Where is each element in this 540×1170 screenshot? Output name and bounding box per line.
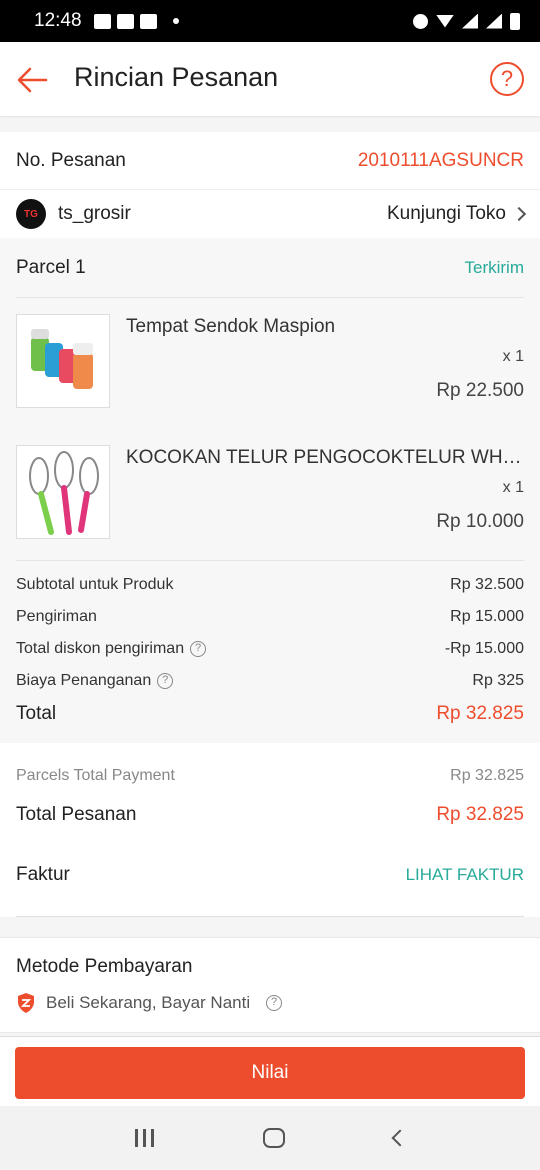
help-icon[interactable]: ? bbox=[266, 995, 283, 1011]
system-navigation-bar bbox=[0, 1106, 540, 1170]
list-item[interactable]: KOCOKAN TELUR PENGOCOKTELUR WHISK x 1 Rp… bbox=[16, 429, 524, 560]
rate-button[interactable]: Nilai bbox=[15, 1047, 525, 1099]
battery-icon bbox=[510, 12, 520, 30]
handling-fee-value: Rp 325 bbox=[472, 672, 524, 689]
status-time: 12:48 bbox=[34, 10, 82, 31]
parcel-total-label: Total bbox=[16, 703, 57, 724]
signal-icon bbox=[462, 13, 478, 29]
order-total-row: Total Pesanan Rp 32.825 bbox=[16, 797, 524, 833]
payment-method-value-row: Beli Sekarang, Bayar Nanti ? bbox=[16, 992, 524, 1014]
shield-icon bbox=[18, 993, 34, 1013]
subtotal-label: Subtotal untuk Produk bbox=[16, 576, 174, 593]
shipping-discount-row: Total diskon pengiriman? -Rp 15.000 bbox=[16, 633, 524, 665]
view-invoice-link[interactable]: LIHAT FAKTUR bbox=[406, 865, 524, 885]
visit-shop-button[interactable]: Kunjungi Toko bbox=[386, 203, 527, 225]
product-name: KOCOKAN TELUR PENGOCOKTELUR WHISK bbox=[126, 447, 524, 468]
bottom-action-bar: Nilai bbox=[0, 1036, 540, 1106]
parcels-total-value: Rp 32.825 bbox=[450, 767, 524, 784]
visit-shop-label: Kunjungi Toko bbox=[386, 203, 506, 224]
parcels-total-row: Parcels Total Payment Rp 32.825 bbox=[16, 743, 524, 797]
order-number-label: No. Pesanan bbox=[16, 149, 126, 171]
help-icon[interactable]: ? bbox=[190, 640, 207, 657]
subtotal-value: Rp 32.500 bbox=[450, 576, 524, 593]
payment-method-value: Beli Sekarang, Bayar Nanti bbox=[46, 993, 251, 1012]
recent-apps-icon[interactable] bbox=[134, 1129, 154, 1147]
alarm-icon bbox=[413, 13, 428, 29]
subtotal-row: Subtotal untuk Produk Rp 32.500 bbox=[16, 569, 524, 601]
product-price: Rp 22.500 bbox=[436, 380, 524, 401]
help-icon[interactable]: ? bbox=[157, 672, 174, 689]
order-number-value: 2010111AGSUNCR bbox=[357, 149, 524, 171]
parcel-status: Terkirim bbox=[464, 257, 525, 277]
gallery-icon bbox=[93, 13, 111, 29]
order-total-value: Rp 32.825 bbox=[436, 804, 524, 825]
product-quantity: x 1 bbox=[502, 479, 524, 496]
shipping-row: Pengiriman Rp 15.000 bbox=[16, 601, 524, 633]
parcel-title: Parcel 1 bbox=[16, 256, 86, 278]
system-icons bbox=[413, 12, 520, 30]
product-price: Rp 10.000 bbox=[436, 511, 524, 532]
product-image bbox=[16, 314, 110, 408]
invoice-row: Faktur LIHAT FAKTUR bbox=[16, 833, 524, 917]
payment-totals: Parcels Total Payment Rp 32.825 Total Pe… bbox=[0, 743, 540, 917]
price-summary: Subtotal untuk Produk Rp 32.500 Pengirim… bbox=[16, 560, 524, 743]
notification-icons bbox=[93, 13, 179, 29]
product-quantity: x 1 bbox=[502, 348, 524, 365]
order-number-row[interactable]: No. Pesanan 2010111AGSUNCR bbox=[0, 132, 540, 190]
invoice-label: Faktur bbox=[16, 863, 70, 885]
chevron-right-icon bbox=[511, 206, 527, 222]
signal-icon bbox=[486, 13, 502, 29]
product-image bbox=[16, 445, 110, 539]
wifi-icon bbox=[436, 14, 454, 28]
shipping-discount-label: Total diskon pengiriman bbox=[16, 640, 185, 657]
back-arrow-icon[interactable] bbox=[16, 64, 48, 96]
list-item[interactable]: Tempat Sendok Maspion x 1 Rp 22.500 bbox=[16, 298, 524, 429]
parcels-total-label: Parcels Total Payment bbox=[16, 767, 175, 784]
product-name: Tempat Sendok Maspion bbox=[126, 316, 336, 337]
help-icon[interactable]: ? bbox=[490, 62, 524, 96]
parcel-total-value: Rp 32.825 bbox=[436, 703, 524, 724]
status-bar: 12:48 bbox=[0, 0, 540, 42]
payment-method-section: Metode Pembayaran Beli Sekarang, Bayar N… bbox=[0, 937, 540, 1033]
shop-row[interactable]: TG ts_grosir Kunjungi Toko bbox=[0, 190, 540, 238]
handling-fee-label: Biaya Penanganan bbox=[16, 672, 152, 689]
home-icon[interactable] bbox=[262, 1128, 285, 1148]
shop-avatar: TG bbox=[16, 199, 46, 229]
shop-name: ts_grosir bbox=[58, 203, 131, 224]
handling-fee-row: Biaya Penanganan? Rp 325 bbox=[16, 665, 524, 697]
shopping-bag-icon bbox=[139, 13, 157, 29]
app-header: Rincian Pesanan ? bbox=[0, 42, 540, 116]
back-icon[interactable] bbox=[391, 1129, 408, 1147]
mail-icon bbox=[116, 13, 134, 29]
content-scroll[interactable]: No. Pesanan 2010111AGSUNCR TG ts_grosir … bbox=[0, 116, 540, 1036]
shipping-discount-value: -Rp 15.000 bbox=[444, 640, 524, 657]
payment-method-title: Metode Pembayaran bbox=[16, 956, 193, 977]
shipping-value: Rp 15.000 bbox=[450, 608, 524, 625]
parcel-header[interactable]: Parcel 1 Terkirim bbox=[16, 238, 524, 298]
more-notifications-icon bbox=[172, 18, 179, 24]
parcel-total-row: Total Rp 32.825 bbox=[16, 697, 524, 731]
page-title: Rincian Pesanan bbox=[74, 62, 279, 92]
shipping-label: Pengiriman bbox=[16, 608, 97, 625]
parcel-section: Parcel 1 Terkirim Tempat Sendok Maspion … bbox=[0, 238, 540, 743]
order-total-label: Total Pesanan bbox=[16, 804, 137, 825]
